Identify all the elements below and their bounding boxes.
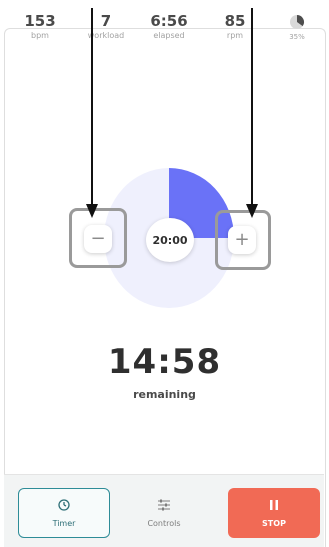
plus-icon: + [234, 229, 250, 250]
set-time-display[interactable]: 20:00 [146, 218, 194, 262]
stat-elapsed-value: 6:56 [150, 12, 188, 30]
decrease-time-button[interactable]: − [84, 225, 112, 253]
tab-controls-label: Controls [147, 518, 181, 528]
stop-label: STOP [262, 518, 286, 528]
stat-bpm-value: 153 [24, 12, 56, 30]
arrow-down-right-icon [246, 8, 258, 218]
stop-button[interactable]: STOP [228, 488, 320, 538]
clock-icon [58, 498, 70, 511]
progress-stat: 35% [272, 12, 322, 41]
stat-bpm: 153 bpm [14, 12, 66, 41]
remaining-time: 14:58 [107, 342, 222, 382]
increase-time-button[interactable]: + [228, 226, 256, 254]
stat-bpm-label: bpm [31, 31, 49, 40]
stat-elapsed: 6:56 elapsed [143, 12, 195, 41]
tab-timer-label: Timer [52, 518, 76, 528]
remaining-label: remaining [133, 388, 196, 401]
tab-controls[interactable]: Controls [118, 488, 210, 538]
arrow-down-left-icon [86, 8, 98, 218]
stat-elapsed-label: elapsed [153, 31, 185, 40]
progress-percent: 35% [289, 33, 305, 41]
pause-icon [270, 499, 278, 510]
tab-timer[interactable]: Timer [18, 488, 110, 538]
pie-progress-icon [290, 15, 304, 29]
minus-icon: − [90, 228, 106, 249]
sliders-icon [158, 499, 170, 510]
